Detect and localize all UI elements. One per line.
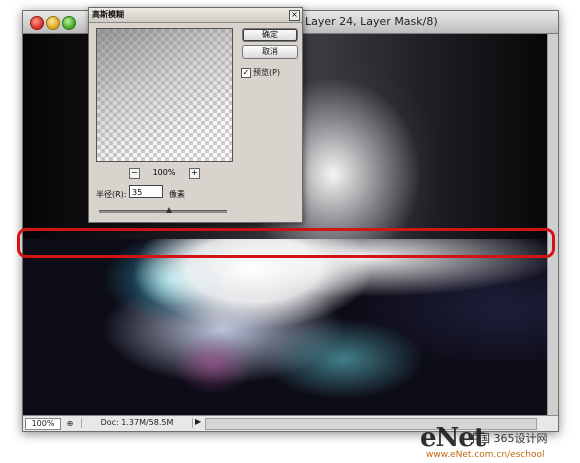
dialog-titlebar[interactable]: 高斯模糊 × [89, 8, 302, 23]
dialog-close-button[interactable]: × [289, 10, 300, 21]
preview-zoom-level: 100% [152, 168, 176, 177]
watermark-url: www.eNet.com.cn/eschool [426, 450, 545, 460]
status-info-icon[interactable]: ⊕ [64, 418, 76, 429]
radius-label: 半径(R): [96, 190, 127, 199]
preview-image [97, 29, 232, 161]
canvas-light-effect [23, 239, 558, 415]
blur-preview-pane[interactable] [96, 28, 233, 162]
window-minimize-button[interactable] [46, 16, 60, 30]
dialog-title: 高斯模糊 [92, 10, 124, 19]
cancel-button[interactable]: 取消 [242, 45, 298, 59]
ok-button[interactable]: 确定 [242, 28, 298, 42]
radius-slider-track[interactable] [99, 210, 227, 213]
document-title: Layer 24, Layer Mask/8) [305, 15, 438, 28]
window-close-button[interactable] [30, 16, 44, 30]
vertical-scrollbar[interactable] [547, 34, 558, 415]
status-menu-arrow-icon[interactable]: ▶ [195, 417, 201, 426]
zoom-out-button[interactable]: − [129, 168, 140, 179]
zoom-in-button[interactable]: + [189, 168, 200, 179]
horizontal-scrollbar[interactable] [205, 418, 537, 430]
zoom-level-field[interactable]: 100% [25, 418, 61, 430]
watermark-site-name: 中国 365设计网 [468, 432, 548, 445]
document-size-info: Doc: 1.37M/58.5M [81, 418, 193, 428]
radius-input[interactable]: 35 [129, 185, 163, 198]
highlight-annotation-rectangle [17, 228, 555, 258]
gaussian-blur-dialog: 高斯模糊 × − 100% + 确定 取消 ✓ 预览(P) 半径(R): 35 … [88, 7, 303, 223]
preview-checkbox[interactable]: ✓ [241, 68, 251, 78]
preview-checkbox-label: 预览(P) [253, 68, 281, 77]
radius-unit-label: 像素 [169, 190, 185, 199]
radius-slider-thumb[interactable] [166, 207, 173, 213]
window-zoom-button[interactable] [62, 16, 76, 30]
